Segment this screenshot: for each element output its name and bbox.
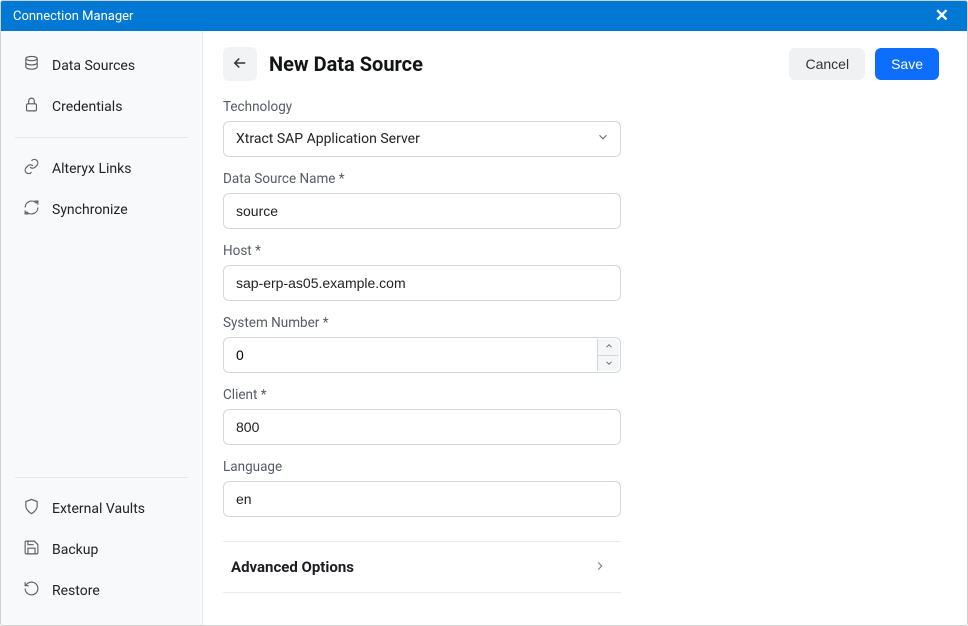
window-title: Connection Manager xyxy=(13,9,133,24)
language-label: Language xyxy=(223,459,621,475)
cancel-button[interactable]: Cancel xyxy=(789,48,865,80)
main-panel: New Data Source Cancel Save Technology X… xyxy=(203,31,967,625)
datasource-form: Technology Xtract SAP Application Server… xyxy=(223,99,621,593)
datasource-name-input[interactable] xyxy=(223,193,621,229)
sidebar-item-label: Alteryx Links xyxy=(52,161,131,177)
chevron-down-icon xyxy=(596,130,610,148)
system-number-label: System Number * xyxy=(223,315,621,331)
client-input[interactable] xyxy=(223,409,621,445)
chevron-down-icon xyxy=(604,356,614,371)
sidebar-item-label: External Vaults xyxy=(52,501,145,517)
sidebar-item-label: Synchronize xyxy=(52,202,128,218)
technology-label: Technology xyxy=(223,99,621,115)
stepper-up-button[interactable] xyxy=(598,339,619,356)
sidebar: Data Sources Credentials Alteryx Links xyxy=(1,31,203,625)
sidebar-item-credentials[interactable]: Credentials xyxy=(13,86,190,127)
datasource-name-label: Data Source Name * xyxy=(223,171,621,187)
sidebar-item-alteryx-links[interactable]: Alteryx Links xyxy=(13,148,190,189)
sidebar-item-label: Backup xyxy=(52,542,98,558)
sidebar-item-label: Restore xyxy=(52,583,100,599)
sidebar-divider xyxy=(15,137,188,138)
link-icon xyxy=(23,158,40,179)
save-icon xyxy=(23,539,40,560)
number-spinner xyxy=(597,339,619,371)
dialog-body: Data Sources Credentials Alteryx Links xyxy=(1,31,967,625)
chevron-up-icon xyxy=(604,339,614,354)
technology-select[interactable]: Xtract SAP Application Server xyxy=(223,121,621,157)
shield-icon xyxy=(23,498,40,519)
arrow-left-icon xyxy=(231,54,249,75)
save-button[interactable]: Save xyxy=(875,48,939,80)
sidebar-item-restore[interactable]: Restore xyxy=(13,570,190,611)
title-bar: Connection Manager ✕ xyxy=(1,1,967,31)
client-label: Client * xyxy=(223,387,621,403)
database-icon xyxy=(23,55,40,76)
advanced-options-label: Advanced Options xyxy=(231,558,354,576)
language-input[interactable] xyxy=(223,481,621,517)
header-row: New Data Source Cancel Save xyxy=(223,47,939,81)
page-title: New Data Source xyxy=(269,52,423,76)
sidebar-item-label: Credentials xyxy=(52,99,122,115)
close-icon[interactable]: ✕ xyxy=(929,4,955,28)
advanced-options-toggle[interactable]: Advanced Options xyxy=(223,541,621,593)
sync-icon xyxy=(23,199,40,220)
connection-manager-dialog: Connection Manager ✕ Data Sources Creden… xyxy=(0,0,968,626)
technology-value: Xtract SAP Application Server xyxy=(236,131,420,147)
system-number-input[interactable] xyxy=(224,338,620,372)
restore-icon xyxy=(23,580,40,601)
lock-icon xyxy=(23,96,40,117)
sidebar-item-external-vaults[interactable]: External Vaults xyxy=(13,488,190,529)
sidebar-divider xyxy=(15,477,188,478)
chevron-right-icon xyxy=(593,558,607,577)
sidebar-item-backup[interactable]: Backup xyxy=(13,529,190,570)
host-input[interactable] xyxy=(223,265,621,301)
back-button[interactable] xyxy=(223,47,257,81)
system-number-input-wrap xyxy=(223,337,621,373)
host-label: Host * xyxy=(223,243,621,259)
stepper-down-button[interactable] xyxy=(598,356,619,372)
sidebar-item-data-sources[interactable]: Data Sources xyxy=(13,45,190,86)
sidebar-item-label: Data Sources xyxy=(52,58,135,74)
sidebar-item-synchronize[interactable]: Synchronize xyxy=(13,189,190,230)
